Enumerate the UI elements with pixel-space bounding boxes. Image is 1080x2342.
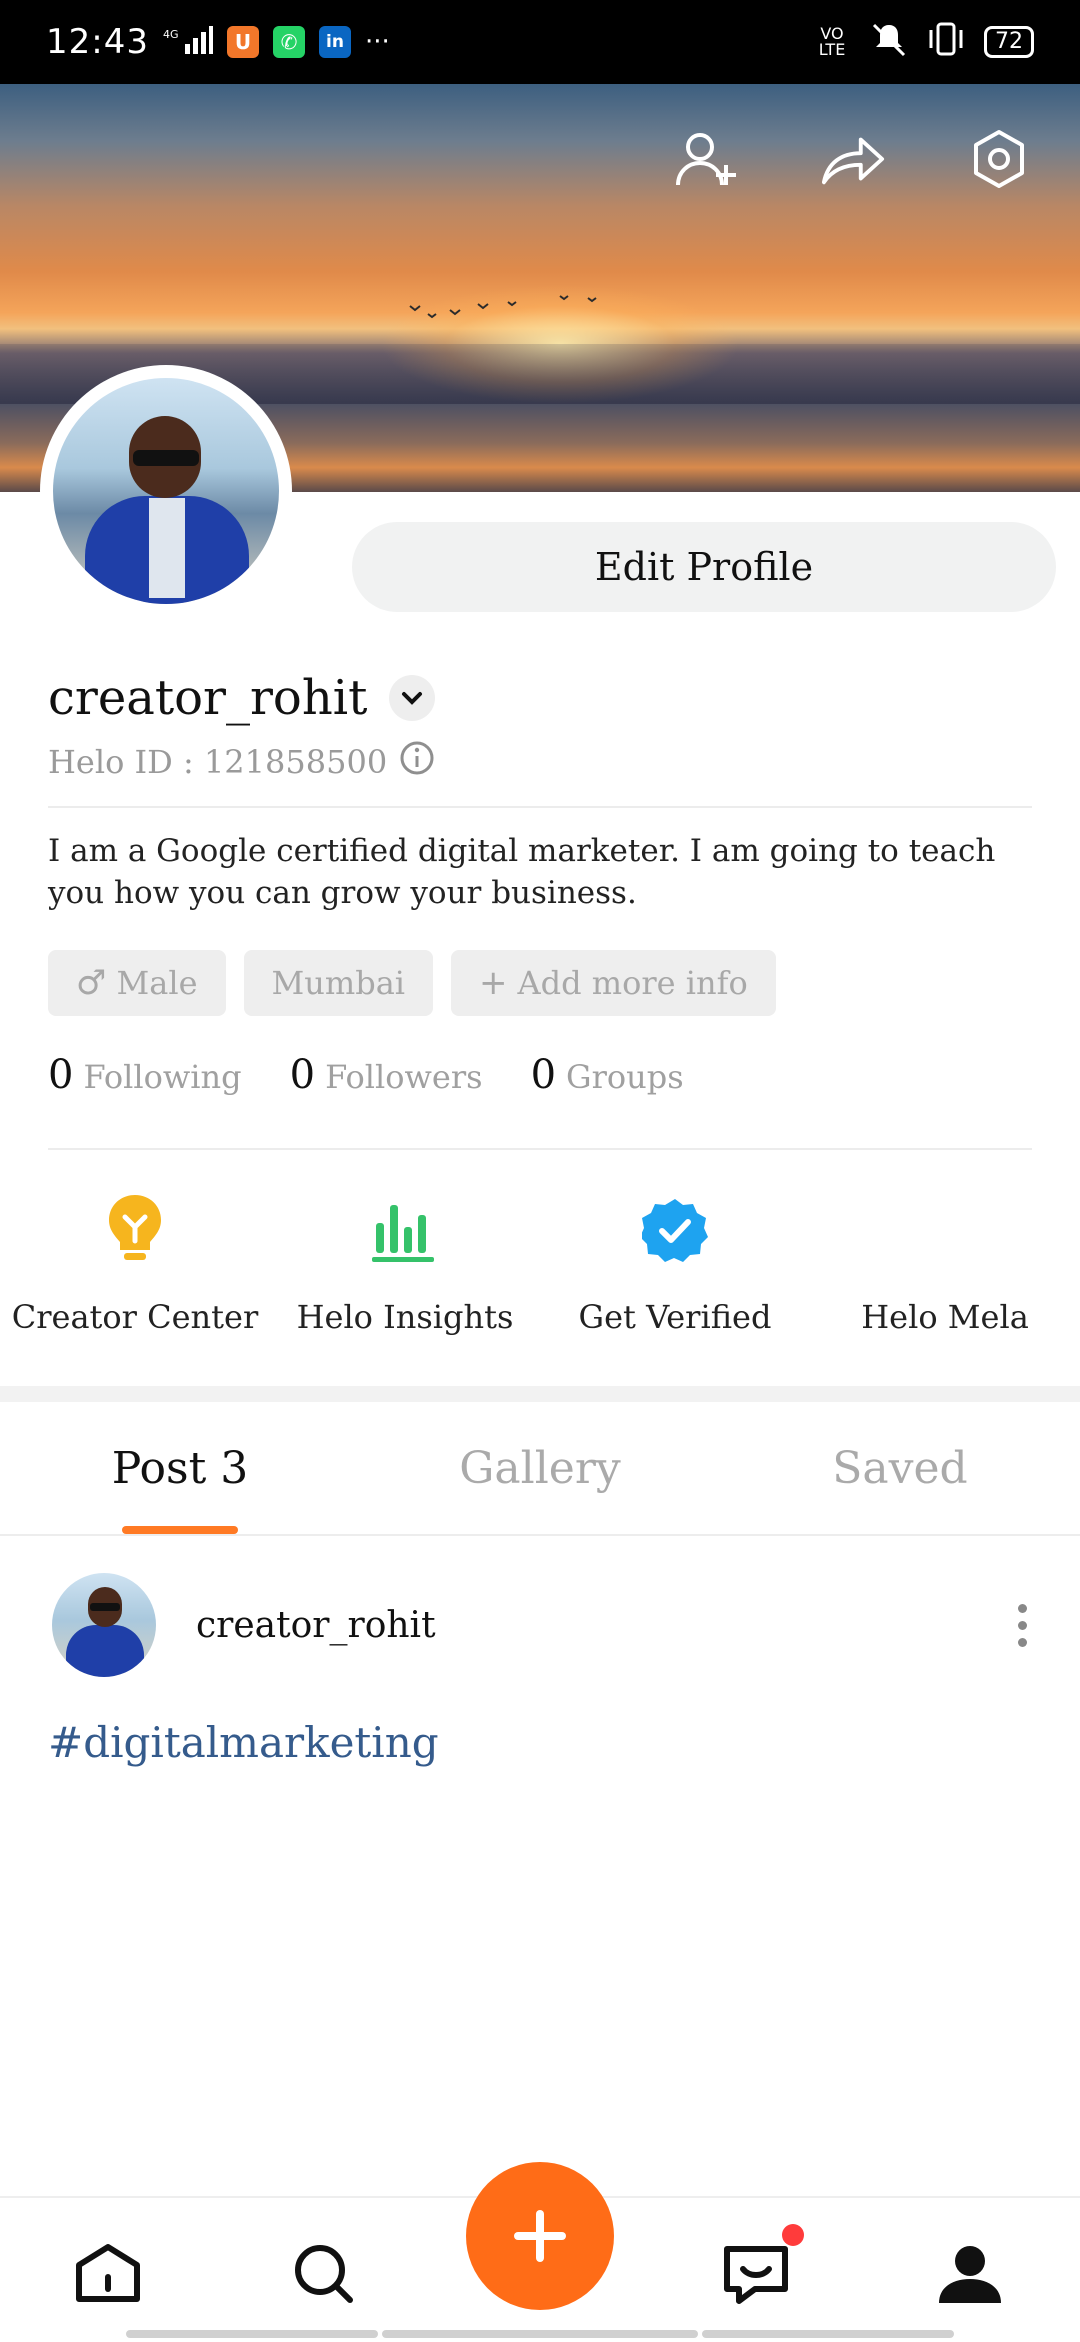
plus-icon [514,2210,566,2262]
profile-bio: I am a Google certified digital marketer… [48,833,996,911]
volte-indicator: VO LTE [818,24,846,59]
more-options-icon[interactable] [1002,1595,1042,1655]
status-bar: 12:43 4G U ✆ in ··· VO LTE 72 [0,0,1080,84]
gender-label: Male [116,964,198,1002]
profile-icon[interactable] [930,2234,1010,2314]
section-separator [0,1386,1080,1402]
avatar-photo [53,378,279,604]
messages-icon[interactable] [716,2224,804,2314]
tab-saved[interactable]: Saved [720,1402,1080,1534]
network-signal-icon: 4G [163,25,213,59]
post-hashtag[interactable]: #digitalmarketing [48,1718,439,1767]
followers-label: Followers [325,1058,483,1096]
whatsapp-icon: ✆ [272,26,305,58]
shortcut-get-verified[interactable]: Get Verified [540,1190,810,1336]
birds-decoration [409,295,597,319]
groups-label: Groups [566,1058,684,1096]
shortcut-helo-insights[interactable]: Helo Insights [270,1190,540,1336]
post-author-name[interactable]: creator_rohit [196,1605,436,1646]
shortcut-row: Creator Center Helo Insights Get Verifie… [0,1190,1080,1336]
username: creator_rohit [48,670,368,726]
profile-tabs: Post 3 Gallery Saved [0,1402,1080,1536]
shortcut-label: Creator Center [11,1298,259,1336]
shortcut-creator-center[interactable]: Creator Center [0,1190,270,1336]
svg-text:4G: 4G [163,28,179,41]
gender-chip[interactable]: ♂ Male [48,950,226,1016]
mute-icon [870,21,908,63]
uc-browser-icon: U [226,26,259,58]
helo-id: Helo ID : 121858500 [48,743,388,781]
active-tab-indicator [122,1526,238,1534]
profile-info-chips: ♂ Male Mumbai + Add more info [48,950,776,1016]
add-more-info-chip[interactable]: + Add more info [451,950,776,1016]
shortcut-label: Helo Mela [861,1298,1029,1336]
shortcut-helo-mela[interactable]: Helo Mela [810,1190,1080,1336]
tab-posts[interactable]: Post 3 [0,1402,360,1534]
info-icon[interactable] [399,740,435,784]
groups-number: 0 [530,1052,557,1098]
gesture-bar [126,2330,378,2338]
post-author-avatar[interactable] [52,1573,156,1677]
vibrate-icon [926,22,966,62]
city-chip[interactable]: Mumbai [243,950,434,1016]
linkedin-icon: in [318,26,351,58]
shortcut-label: Helo Insights [296,1298,514,1336]
share-icon[interactable] [820,126,886,192]
header-actions [674,126,1032,192]
following-number: 0 [48,1052,74,1098]
status-time: 12:43 [46,22,149,62]
helo-mela-icon-placeholder [905,1190,985,1270]
edit-profile-button[interactable]: Edit Profile [352,522,1056,612]
add-more-info-label: Add more info [517,964,748,1002]
add-friend-icon[interactable] [674,126,740,192]
battery-indicator: 72 [984,26,1034,58]
status-right: VO LTE 72 [812,21,1034,63]
post-header: creator_rohit [52,1570,1042,1680]
more-notifications-icon: ··· [364,27,390,57]
divider [48,806,1032,808]
followers-count[interactable]: 0 Followers [290,1052,483,1098]
plus-icon: + [479,963,508,1003]
search-icon[interactable] [284,2234,364,2314]
settings-icon[interactable] [966,126,1032,192]
followers-number: 0 [289,1052,316,1098]
create-post-button[interactable] [466,2162,614,2310]
groups-count[interactable]: 0 Groups [531,1052,684,1098]
gesture-bar [382,2330,698,2338]
tab-gallery[interactable]: Gallery [360,1402,720,1534]
bulb-icon [95,1190,175,1270]
notification-dot [782,2224,804,2246]
chevron-down-icon[interactable] [389,675,436,721]
tab-label: Saved [832,1442,968,1494]
insights-bars-icon [365,1190,445,1270]
divider [48,1148,1032,1150]
home-icon[interactable] [68,2234,148,2314]
tab-label: Gallery [459,1442,621,1494]
verified-badge-icon [635,1190,715,1270]
tab-label: Post 3 [111,1442,249,1494]
profile-counts: 0 Following 0 Followers 0 Groups [48,1052,684,1098]
helo-id-row: Helo ID : 121858500 [48,740,435,784]
status-left: 12:43 4G U ✆ in ··· [46,22,390,62]
profile-avatar[interactable] [40,365,292,617]
city-label: Mumbai [271,964,406,1002]
username-row: creator_rohit [48,670,436,726]
gesture-bar [702,2330,954,2338]
shortcut-label: Get Verified [578,1298,772,1336]
following-label: Following [83,1058,242,1096]
following-count[interactable]: 0 Following [48,1052,242,1098]
male-icon: ♂ [76,963,107,1003]
